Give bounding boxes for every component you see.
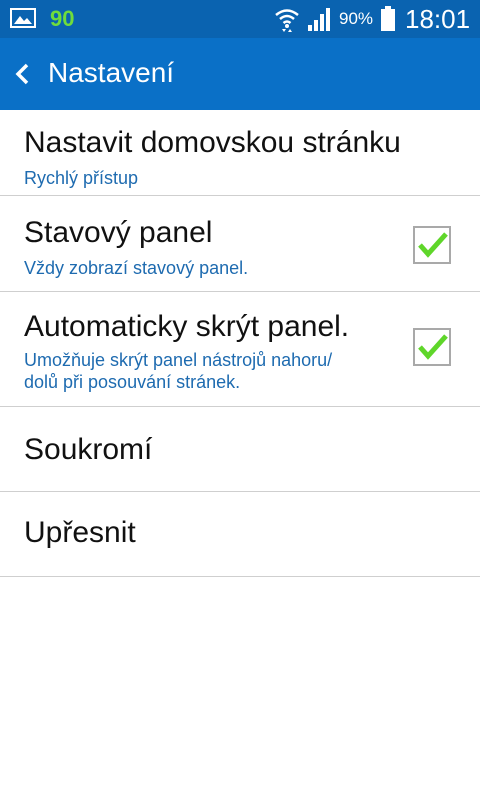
setting-auto-hide-panel[interactable]: Automaticky skrýt panel. Umožňuje skrýt … — [0, 292, 480, 407]
battery-icon — [381, 6, 395, 31]
setting-homepage[interactable]: Nastavit domovskou stránku Rychlý přístu… — [0, 110, 480, 196]
setting-subtitle-line-2: dolů při posouvání stránek. — [24, 372, 241, 392]
auto-hide-checkbox[interactable] — [413, 328, 451, 366]
setting-title: Automaticky skrýt panel. — [24, 310, 350, 343]
setting-subtitle-line-1: Umožňuje skrýt panel nástrojů nahoru/ — [24, 350, 333, 370]
battery-percent: 90% — [339, 9, 374, 28]
setting-privacy[interactable]: Soukromí — [0, 407, 480, 492]
status-bar: 90 90% 18:01 — [0, 0, 480, 38]
setting-advanced[interactable]: Upřesnit — [0, 492, 480, 577]
back-button[interactable]: Nastavení — [0, 38, 200, 110]
settings-list: Nastavit domovskou stránku Rychlý přístu… — [0, 110, 480, 577]
signal-icon — [308, 8, 330, 31]
setting-title: Soukromí — [24, 433, 153, 466]
setting-title: Stavový panel — [24, 216, 213, 249]
setting-title: Upřesnit — [24, 516, 136, 549]
setting-subtitle: Rychlý přístup — [24, 168, 139, 188]
gallery-icon — [10, 8, 36, 28]
action-bar: Nastavení — [0, 38, 480, 110]
setting-status-bar[interactable]: Stavový panel Vždy zobrazí stavový panel… — [0, 196, 480, 292]
setting-title: Nastavit domovskou stránku — [24, 126, 401, 159]
notification-count: 90 — [50, 6, 75, 31]
setting-subtitle: Vždy zobrazí stavový panel. — [24, 258, 249, 278]
wifi-icon — [275, 9, 299, 32]
chevron-left-icon — [15, 63, 29, 85]
status-bar-checkbox[interactable] — [413, 226, 451, 264]
checkmark-icon — [418, 232, 448, 258]
checkmark-icon — [418, 334, 448, 360]
clock: 18:01 — [405, 4, 471, 34]
page-title: Nastavení — [48, 57, 175, 88]
